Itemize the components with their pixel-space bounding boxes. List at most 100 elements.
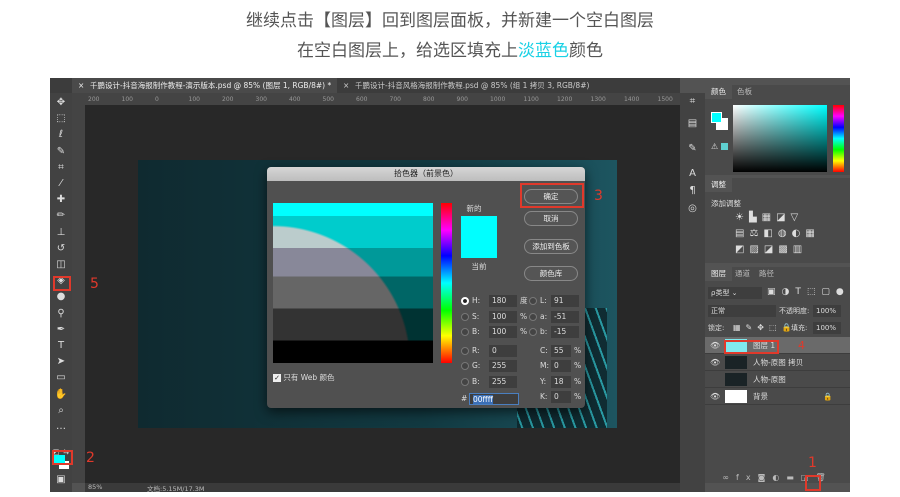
lock-icons[interactable]: ▦✎✥⬚🔒: [733, 322, 796, 334]
crop-tool-icon[interactable]: ⌗: [53, 161, 69, 175]
opacity-input[interactable]: 100%: [813, 305, 841, 317]
layer-name[interactable]: 人物-原图: [753, 371, 786, 388]
visibility-eye-icon[interactable]: 👁: [710, 354, 720, 371]
eraser-icon[interactable]: ◫: [53, 258, 69, 272]
checkbox-checked-icon[interactable]: ✓: [273, 374, 281, 382]
field-input[interactable]: 0: [551, 360, 571, 372]
layer-row[interactable]: 👁 背景 🔒: [705, 388, 850, 405]
blur-tool-icon[interactable]: ●: [53, 290, 69, 304]
healing-brush-icon[interactable]: ✚: [53, 193, 69, 207]
pen-tool-icon[interactable]: ✒: [53, 323, 69, 337]
path-select-icon[interactable]: ➤: [53, 355, 69, 369]
field-label[interactable]: b:: [529, 326, 547, 338]
field-input[interactable]: 255: [489, 375, 517, 388]
fx-icon[interactable]: fx: [736, 473, 758, 482]
tab-adjustments[interactable]: 调整: [705, 178, 732, 192]
field-input[interactable]: -51: [551, 310, 579, 323]
close-icon[interactable]: ×: [78, 78, 84, 93]
color-field[interactable]: [273, 203, 433, 363]
marquee-tool-icon[interactable]: ⬚: [53, 112, 69, 126]
tab-layers[interactable]: 图层: [705, 267, 732, 281]
field-label[interactable]: H:: [461, 295, 480, 307]
field-input[interactable]: 180: [489, 295, 517, 307]
tab-color[interactable]: 颜色: [705, 85, 732, 99]
field-input[interactable]: 255: [489, 360, 517, 372]
field-input[interactable]: -15: [551, 326, 579, 338]
field-label[interactable]: K:: [540, 391, 547, 403]
brush-tool-icon[interactable]: ✏: [53, 209, 69, 223]
field-input[interactable]: 100: [489, 326, 517, 338]
tab-channels[interactable]: 通道: [729, 267, 756, 281]
tab-document-1[interactable]: × 千鹏设计-抖音海报制作教程-演示版本.psd @ 85% (图层 1, RGB…: [72, 78, 337, 93]
adjustment-icons[interactable]: ☀▙▦◪▽ ▤⚖◧◍◐▦ ◩▨◪▩▥: [735, 210, 845, 260]
foreground-swatch[interactable]: [711, 112, 722, 123]
tab-swatches[interactable]: 色板: [731, 85, 758, 99]
field-label[interactable]: Y:: [540, 376, 546, 388]
lasso-tool-icon[interactable]: ℓ: [53, 128, 69, 142]
field-input[interactable]: 0: [489, 344, 517, 357]
field-label[interactable]: L:: [529, 295, 547, 307]
radio-button[interactable]: [461, 312, 469, 321]
field-label[interactable]: B:: [461, 376, 480, 388]
web-only-checkbox[interactable]: ✓ 只有 Web 颜色: [273, 372, 335, 383]
radio-button[interactable]: [529, 328, 537, 336]
tab-paths[interactable]: 路径: [753, 267, 780, 281]
layer-row[interactable]: 👁 人物-原图 拷贝: [705, 354, 850, 371]
add-to-swatches-button[interactable]: 添加到色板: [524, 239, 578, 254]
layer-name[interactable]: 人物-原图 拷贝: [753, 354, 803, 371]
dodge-tool-icon[interactable]: ⚲: [53, 307, 69, 321]
gamut-swatch[interactable]: [721, 143, 728, 150]
radio-button[interactable]: [461, 377, 469, 386]
field-label[interactable]: G:: [461, 360, 480, 372]
color-libraries-button[interactable]: 颜色库: [524, 266, 578, 281]
field-label[interactable]: a:: [529, 311, 547, 323]
paragraph-icon[interactable]: ¶: [685, 185, 700, 199]
move-tool-icon[interactable]: ✥: [53, 96, 69, 110]
clone-stamp-icon[interactable]: ⊥: [53, 226, 69, 240]
blend-mode-select[interactable]: 正常: [708, 305, 776, 317]
adjustment-icon[interactable]: ◐: [772, 473, 786, 482]
field-input[interactable]: 18: [551, 375, 571, 388]
radio-button[interactable]: [461, 346, 469, 355]
zoom-tool-icon[interactable]: ⌕: [53, 404, 69, 418]
field-label[interactable]: C:: [540, 345, 548, 357]
hex-input[interactable]: 00ffff: [469, 393, 519, 405]
hue-slider[interactable]: [441, 203, 452, 363]
hue-slider[interactable]: [833, 105, 844, 172]
field-input[interactable]: 100: [489, 310, 517, 323]
rectangle-tool-icon[interactable]: ▭: [53, 371, 69, 385]
zoom-level[interactable]: 85%: [88, 483, 102, 491]
eyedropper-icon[interactable]: ⁄: [53, 177, 69, 191]
hand-tool-icon[interactable]: ✋: [53, 388, 69, 402]
history-brush-icon[interactable]: ↺: [53, 242, 69, 256]
quick-select-icon[interactable]: ✎: [53, 145, 69, 159]
close-icon[interactable]: ×: [343, 78, 349, 93]
layer-filter-select[interactable]: ρ类型 ⌄: [708, 287, 762, 299]
radio-button[interactable]: [529, 312, 537, 321]
color-field[interactable]: [733, 105, 827, 172]
fill-input[interactable]: 100%: [813, 322, 841, 334]
screen-mode-icon[interactable]: ▣: [53, 473, 69, 487]
field-label[interactable]: M:: [540, 360, 549, 372]
history-icon[interactable]: ⌗: [685, 96, 700, 110]
type-tool-icon[interactable]: T: [53, 339, 69, 353]
brush-settings-icon[interactable]: ✎: [685, 143, 700, 157]
mask-icon[interactable]: ◙: [758, 473, 773, 482]
field-label[interactable]: S:: [461, 311, 479, 323]
tab-document-2[interactable]: × 千鹏设计-抖音风格海报制作教程.psd @ 85% (组 1 拷贝 3, RG…: [337, 78, 680, 93]
radio-button[interactable]: [529, 297, 537, 305]
link-icon[interactable]: ∞: [722, 473, 736, 482]
visibility-eye-icon[interactable]: 👁: [710, 388, 720, 405]
filter-icons[interactable]: ▣◑T⬚▢●: [767, 287, 850, 297]
3d-icon[interactable]: ◎: [685, 203, 700, 217]
field-label[interactable]: B:: [461, 326, 480, 338]
radio-button[interactable]: [461, 297, 469, 305]
cancel-button[interactable]: 取消: [524, 211, 578, 226]
field-label[interactable]: R:: [461, 345, 480, 357]
visibility-eye-icon[interactable]: 👁: [710, 337, 720, 354]
field-input[interactable]: 55: [551, 344, 571, 357]
character-icon[interactable]: A: [685, 168, 700, 182]
field-input[interactable]: 91: [551, 295, 579, 307]
layer-name[interactable]: 背景: [753, 388, 768, 405]
properties-icon[interactable]: ▤: [685, 118, 700, 132]
